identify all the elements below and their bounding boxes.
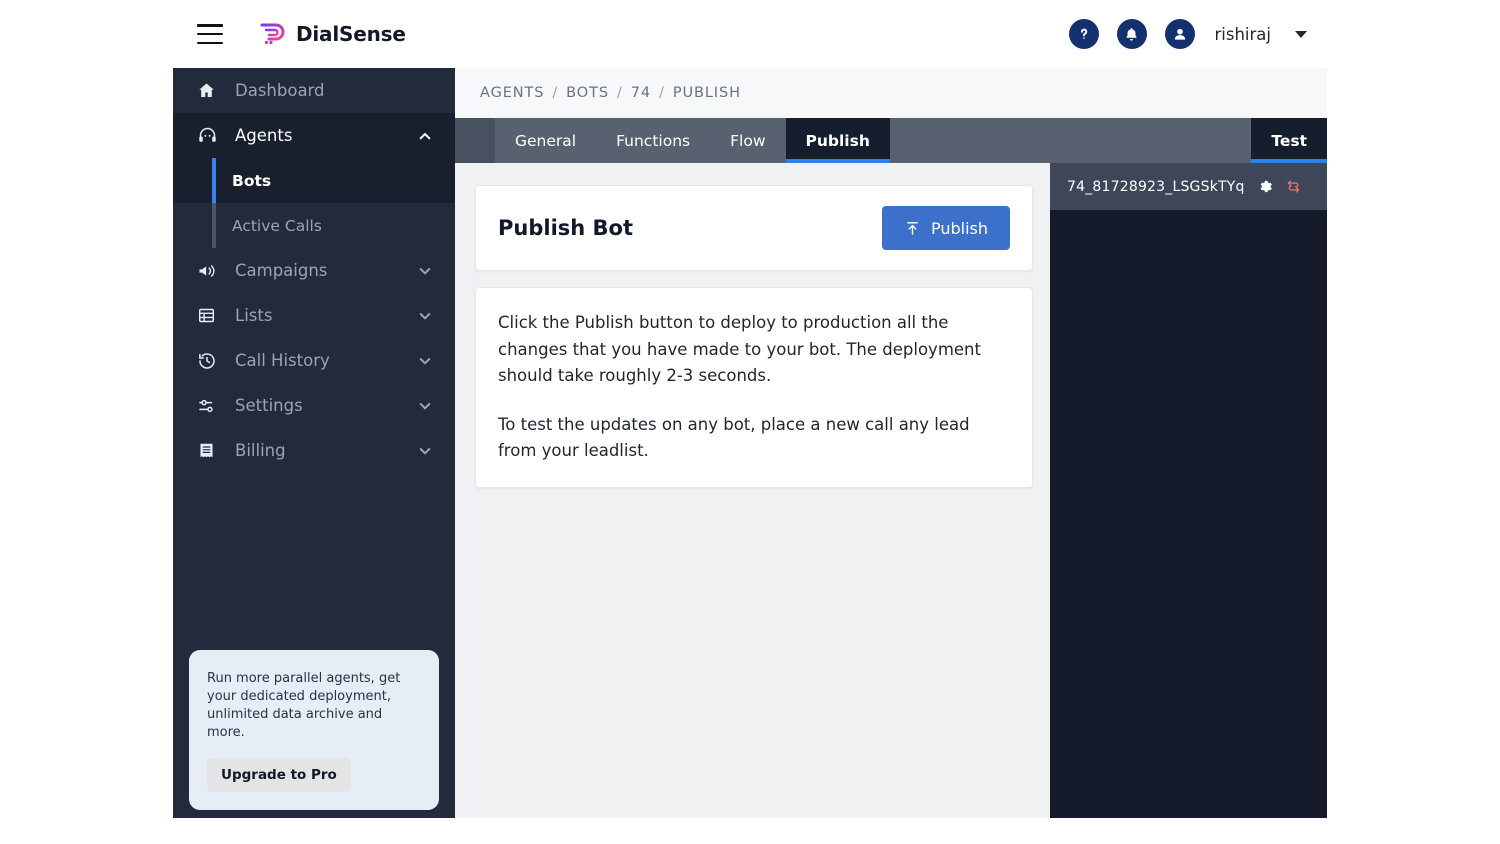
bot-id-label: 74_81728923_LSGSkTYq [1067,178,1245,195]
table-list-icon [197,306,223,325]
refresh-sync-icon[interactable] [1286,179,1301,194]
sidebar-item-active-calls[interactable]: Active Calls [173,203,455,248]
top-bar: DialSense rishiraj [173,0,1327,68]
sidebar-item-campaigns[interactable]: Campaigns [173,248,455,293]
tab-functions[interactable]: Functions [596,118,710,163]
publish-button-label: Publish [930,218,988,238]
hamburger-bar [197,41,223,44]
breadcrumb-separator: / [552,85,559,101]
sidebar-item-label: Billing [235,441,286,460]
chevron-down-icon[interactable] [1295,30,1307,38]
tab-test[interactable]: Test [1251,118,1327,163]
sidebar-item-label: Settings [235,396,303,415]
sidebar-item-bots[interactable]: Bots [173,158,455,203]
publish-description-paragraph-1: Click the Publish button to deploy to pr… [498,313,981,385]
upload-icon [904,220,921,237]
breadcrumb-separator: / [659,85,665,101]
sliders-icon [197,396,223,416]
chevron-down-icon [417,443,433,459]
top-bar-actions: rishiraj [1068,19,1307,49]
chevron-down-icon [417,308,433,324]
breadcrumb-item-agents[interactable]: AGENTS [480,85,544,101]
sidebar-item-label: Agents [235,126,293,145]
sidebar-subnav-agents: Bots Active Calls [173,158,455,248]
brand-logo[interactable]: DialSense [259,21,406,47]
chevron-down-icon [417,398,433,414]
sidebar-item-settings[interactable]: Settings [173,383,455,428]
tab-publish[interactable]: Publish [785,118,891,163]
upgrade-to-pro-button[interactable]: Upgrade to Pro [207,758,351,792]
sidebar-item-label: Call History [235,351,330,370]
brand-name: DialSense [296,22,406,46]
gear-icon[interactable] [1258,179,1273,194]
hamburger-bar [197,24,223,27]
tab-flow[interactable]: Flow [710,118,785,163]
history-clock-icon [197,351,223,371]
publish-description-paragraph-2: To test the updates on any bot, place a … [498,414,970,461]
help-circle-icon[interactable] [1068,19,1099,49]
home-icon [197,81,223,100]
megaphone-icon [197,261,223,281]
bell-icon[interactable] [1116,19,1147,49]
publish-info-body: Click the Publish button to deploy to pr… [476,288,1032,487]
app-root: DialSense rishiraj Dashboard Agents Bots… [173,0,1327,818]
tab-general[interactable]: General [495,118,596,163]
publish-card-header: Publish Bot Publish [476,186,1032,270]
breadcrumb-item-74[interactable]: 74 [631,85,651,101]
sidebar: Dashboard Agents Bots Active Calls Campa… [173,68,455,818]
sidebar-item-dashboard[interactable]: Dashboard [173,68,455,113]
publish-info-card: Click the Publish button to deploy to pr… [475,287,1033,488]
sidebar-item-billing[interactable]: Billing [173,428,455,473]
page-title: Publish Bot [498,216,634,240]
hamburger-menu-icon[interactable] [197,24,223,44]
sidebar-item-label: Lists [235,306,273,325]
sidebar-item-label: Dashboard [235,81,325,100]
username-label: rishiraj [1214,24,1272,44]
breadcrumb-item-publish[interactable]: PUBLISH [673,85,741,101]
tab-bar: General Functions Flow Publish Test [455,118,1327,163]
publish-button[interactable]: Publish [881,206,1010,250]
breadcrumb: AGENTS / BOTS / 74 / PUBLISH [455,68,1327,118]
sidebar-item-agents[interactable]: Agents [173,113,455,158]
sidebar-item-call-history[interactable]: Call History [173,338,455,383]
sidebar-item-lists[interactable]: Lists [173,293,455,338]
receipt-icon [197,441,223,460]
publish-header-card: Publish Bot Publish [475,185,1033,271]
chevron-down-icon [417,353,433,369]
test-panel-header: 74_81728923_LSGSkTYq [1050,163,1327,210]
user-circle-icon[interactable] [1164,19,1195,49]
sidebar-item-label: Campaigns [235,261,328,280]
headset-agent-icon [197,125,223,146]
upgrade-promo-text: Run more parallel agents, get your dedic… [207,671,401,740]
sidebar-subitem-label: Active Calls [232,216,322,235]
dialsense-logo-icon [260,23,285,45]
chevron-down-icon [417,263,433,279]
breadcrumb-item-bots[interactable]: BOTS [566,85,609,101]
breadcrumb-separator: / [616,85,623,101]
hamburger-bar [197,32,223,36]
test-panel: 74_81728923_LSGSkTYq [1050,163,1327,818]
chevron-up-icon [417,128,433,144]
tab-bar-right: Test [1211,118,1327,163]
sidebar-subitem-label: Bots [232,171,272,190]
main-content: Publish Bot Publish Click the Publish bu… [455,163,1050,818]
upgrade-promo-card: Run more parallel agents, get your dedic… [189,650,439,810]
